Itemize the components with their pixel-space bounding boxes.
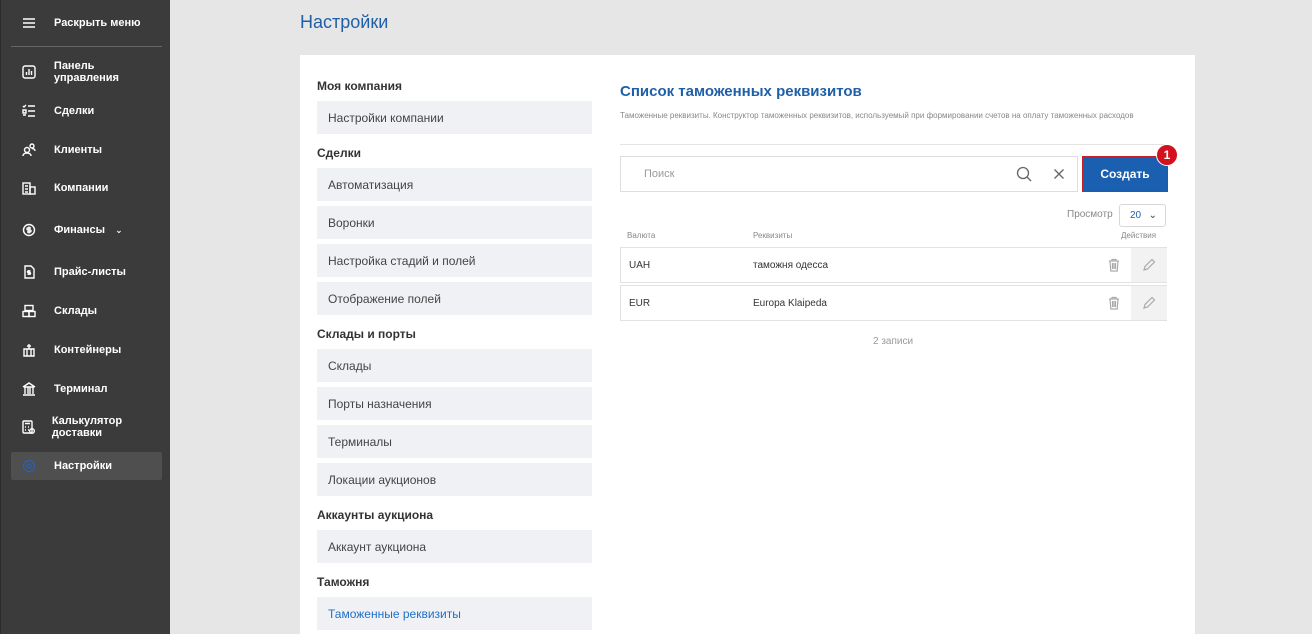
group-title-my-company: Моя компания — [317, 79, 402, 93]
chevron-down-icon: ⌄ — [1148, 210, 1157, 221]
sidebar-item-label: Контейнеры — [54, 344, 122, 356]
row-details: Europa Klaipeda — [753, 297, 827, 309]
menu-item-field-display[interactable]: Отображение полей — [317, 282, 592, 315]
delete-icon[interactable] — [1105, 294, 1123, 312]
page-size-select[interactable]: 20 ⌄ — [1119, 204, 1166, 227]
settings-icon — [19, 456, 39, 476]
sidebar-item-dashboard[interactable]: Панель управления — [11, 58, 162, 86]
pricelist-icon — [19, 262, 39, 282]
menu-item-destination-ports[interactable]: Порты назначения — [317, 387, 592, 420]
column-header-currency: Валюта — [627, 231, 656, 240]
column-header-details: Реквизиты — [753, 231, 793, 240]
deals-icon — [19, 101, 39, 121]
companies-icon — [19, 178, 39, 198]
group-title-auction-accounts: Аккаунты аукциона — [317, 508, 434, 522]
search-icon[interactable] — [1015, 165, 1033, 183]
customs-list-description: Таможенные реквизиты. Конструктор таможе… — [620, 111, 1134, 120]
group-title-warehouses-ports: Склады и порты — [317, 327, 416, 341]
expand-menu-label: Раскрыть меню — [54, 17, 141, 29]
calculator-icon — [19, 417, 37, 437]
sidebar-item-label: Калькулятор доставки — [51, 415, 123, 439]
row-currency: UAH — [629, 259, 651, 271]
menu-item-auction-account[interactable]: Аккаунт аукциона — [317, 530, 592, 563]
sidebar: Раскрыть меню Панель управления Сделки К… — [0, 0, 170, 634]
pencil-icon — [1143, 258, 1156, 271]
sidebar-item-label: Финансы — [54, 224, 106, 236]
sidebar-item-finance[interactable]: Финансы ⌄ — [11, 216, 162, 244]
group-title-customs: Таможня — [317, 575, 370, 589]
page-size-value: 20 — [1130, 210, 1142, 221]
page-title: Настройки — [300, 12, 389, 32]
sidebar-item-settings[interactable]: Настройки — [11, 452, 162, 480]
column-header-actions: Действия — [1121, 231, 1157, 240]
sidebar-item-pricelists[interactable]: Прайс-листы — [11, 258, 162, 286]
sidebar-item-label: Терминал — [54, 383, 108, 395]
menu-item-auction-locations[interactable]: Локации аукционов — [317, 463, 592, 496]
group-title-deals: Сделки — [317, 146, 361, 160]
row-details: таможня одесса — [753, 259, 829, 271]
clear-search-icon[interactable] — [1050, 165, 1068, 183]
edit-button[interactable] — [1131, 286, 1167, 320]
sidebar-item-warehouses[interactable]: Склады — [11, 297, 162, 325]
menu-item-funnels[interactable]: Воронки — [317, 206, 592, 239]
menu-item-stages-fields[interactable]: Настройка стадий и полей — [317, 244, 592, 277]
finance-icon — [19, 220, 39, 240]
records-count: 2 записи — [873, 336, 914, 347]
page-size-label: Просмотр — [1067, 209, 1113, 220]
menu-item-automation[interactable]: Автоматизация — [317, 168, 592, 201]
settings-panel: Моя компания Настройки компании Сделки А… — [300, 55, 1195, 634]
table-row[interactable]: UAH таможня одесса — [620, 247, 1167, 283]
sidebar-item-label: Компании — [54, 182, 109, 194]
pencil-icon — [1143, 296, 1156, 309]
search-input[interactable] — [644, 168, 1004, 180]
table-row[interactable]: EUR Europa Klaipeda — [620, 285, 1167, 321]
sidebar-item-label: Склады — [54, 305, 98, 317]
sidebar-item-containers[interactable]: Контейнеры — [11, 336, 162, 364]
edit-button[interactable] — [1131, 248, 1167, 282]
dashboard-icon — [19, 62, 39, 82]
delete-icon[interactable] — [1105, 256, 1123, 274]
clients-icon — [19, 140, 39, 160]
customs-list-title: Список таможенных реквизитов — [620, 83, 862, 100]
warehouse-icon — [19, 301, 39, 321]
sidebar-item-label: Сделки — [54, 105, 95, 117]
create-button[interactable]: Создать — [1082, 156, 1168, 192]
sidebar-item-label: Панель управления — [53, 60, 119, 84]
menu-item-customs-details[interactable]: Таможенные реквизиты — [317, 597, 592, 630]
step-badge: 1 — [1156, 144, 1178, 166]
menu-item-terminals[interactable]: Терминалы — [317, 425, 592, 458]
sidebar-item-label: Прайс-листы — [54, 266, 126, 278]
sidebar-item-delivery-calculator[interactable]: Калькулятор доставки — [11, 413, 162, 441]
containers-icon — [19, 340, 39, 360]
search-box — [620, 156, 1078, 192]
row-currency: EUR — [629, 297, 651, 309]
sidebar-divider — [11, 46, 162, 47]
chevron-down-icon: ⌄ — [115, 224, 123, 235]
menu-item-company-settings[interactable]: Настройки компании — [317, 101, 592, 134]
sidebar-item-label: Настройки — [54, 460, 113, 472]
sidebar-item-companies[interactable]: Компании — [11, 174, 162, 202]
hamburger-icon — [19, 13, 39, 33]
sidebar-item-deals[interactable]: Сделки — [11, 97, 162, 125]
sidebar-item-terminal[interactable]: Терминал — [11, 375, 162, 403]
menu-item-warehouses[interactable]: Склады — [317, 349, 592, 382]
terminal-icon — [19, 379, 39, 399]
expand-menu-button[interactable]: Раскрыть меню — [11, 9, 162, 37]
sidebar-item-label: Клиенты — [54, 144, 103, 156]
sidebar-item-clients[interactable]: Клиенты — [11, 136, 162, 164]
divider — [620, 144, 1165, 145]
